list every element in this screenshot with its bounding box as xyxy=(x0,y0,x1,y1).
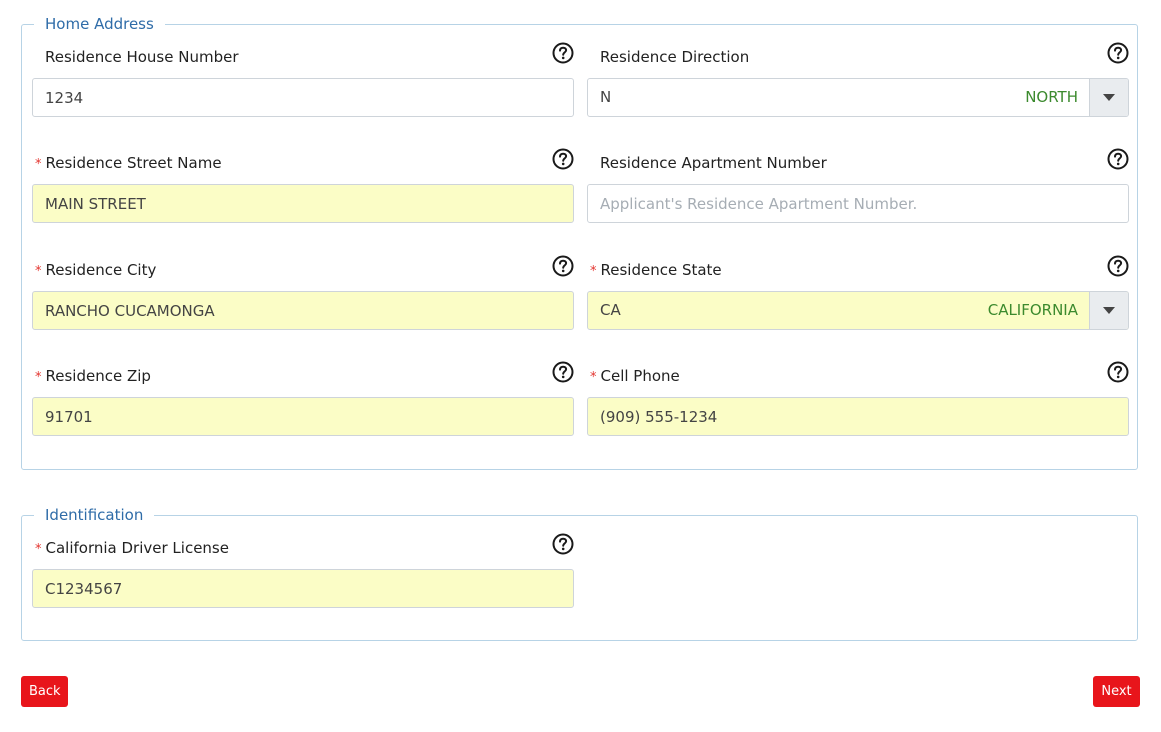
apartment-number-input[interactable] xyxy=(587,184,1129,223)
driver-license-field: * California Driver License xyxy=(32,537,574,627)
cell-phone-field: * Cell Phone xyxy=(587,365,1129,455)
direction-label: Residence Direction xyxy=(600,48,750,66)
street-name-label: * Residence Street Name xyxy=(35,154,222,172)
question-circle-icon[interactable] xyxy=(1107,42,1129,64)
house-number-label: Residence House Number xyxy=(45,48,239,66)
driver-license-label: * California Driver License xyxy=(35,539,229,557)
apartment-number-field: Residence Apartment Number xyxy=(587,152,1129,242)
state-field: * Residence State CA CALIFORNIA xyxy=(587,259,1129,349)
question-circle-icon[interactable] xyxy=(552,42,574,64)
caret-down-icon[interactable] xyxy=(1089,79,1128,116)
state-code: CA xyxy=(600,301,621,319)
street-name-input[interactable] xyxy=(32,184,574,223)
direction-select[interactable]: N NORTH xyxy=(587,78,1129,117)
state-description: CALIFORNIA xyxy=(987,301,1078,319)
city-label: * Residence City xyxy=(35,261,157,279)
cell-phone-input[interactable] xyxy=(587,397,1129,436)
house-number-input[interactable] xyxy=(32,78,574,117)
state-select[interactable]: CA CALIFORNIA xyxy=(587,291,1129,330)
question-circle-icon[interactable] xyxy=(1107,255,1129,277)
question-circle-icon[interactable] xyxy=(552,255,574,277)
question-circle-icon[interactable] xyxy=(552,533,574,555)
direction-field: Residence Direction N NORTH xyxy=(587,46,1129,136)
cell-phone-label: * Cell Phone xyxy=(590,367,680,385)
zip-label: * Residence Zip xyxy=(35,367,151,385)
next-button[interactable]: Next xyxy=(1093,676,1140,707)
required-marker: * xyxy=(590,370,597,385)
house-number-field: Residence House Number xyxy=(32,46,574,136)
caret-down-icon[interactable] xyxy=(1089,292,1128,329)
zip-field: * Residence Zip xyxy=(32,365,574,455)
direction-description: NORTH xyxy=(1025,88,1078,106)
question-circle-icon[interactable] xyxy=(552,148,574,170)
required-marker: * xyxy=(35,542,42,557)
state-label: * Residence State xyxy=(590,261,722,279)
city-input[interactable] xyxy=(32,291,574,330)
back-button[interactable]: Back xyxy=(21,676,68,707)
question-circle-icon[interactable] xyxy=(1107,361,1129,383)
driver-license-input[interactable] xyxy=(32,569,574,608)
question-circle-icon[interactable] xyxy=(1107,148,1129,170)
required-marker: * xyxy=(35,157,42,172)
city-field: * Residence City xyxy=(32,259,574,349)
identification-legend: Identification xyxy=(34,505,155,525)
apartment-number-label: Residence Apartment Number xyxy=(600,154,827,172)
required-marker: * xyxy=(590,264,597,279)
question-circle-icon[interactable] xyxy=(552,361,574,383)
required-marker: * xyxy=(35,370,42,385)
required-marker: * xyxy=(35,264,42,279)
street-name-field: * Residence Street Name xyxy=(32,152,574,242)
direction-code: N xyxy=(600,88,612,106)
home-address-legend: Home Address xyxy=(34,14,165,34)
zip-input[interactable] xyxy=(32,397,574,436)
